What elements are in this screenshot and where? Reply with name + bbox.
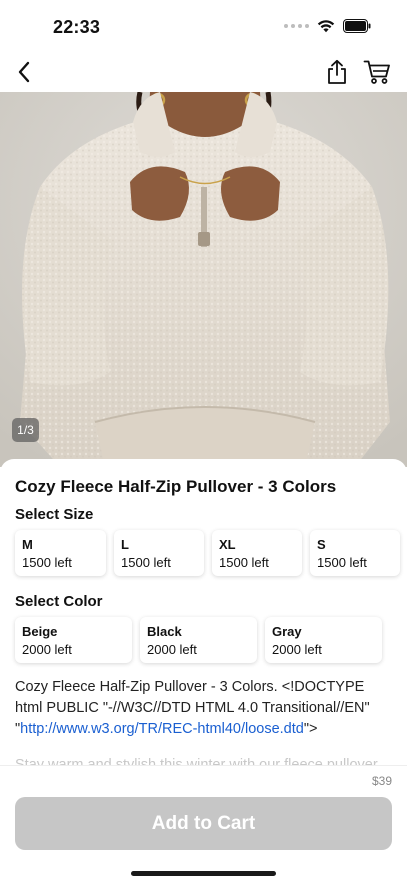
image-counter: 1/3 xyxy=(12,418,39,442)
share-button[interactable] xyxy=(321,55,353,89)
chevron-left-icon xyxy=(18,61,30,83)
size-options: M 1500 left L 1500 left XL 1500 left S 1… xyxy=(15,530,400,576)
size-stock: 1500 left xyxy=(121,555,171,570)
battery-icon xyxy=(343,19,371,33)
size-option-m[interactable]: M 1500 left xyxy=(15,530,106,576)
description-fade-text: Stay warm and stylish this winter with o… xyxy=(15,757,378,765)
wifi-icon xyxy=(317,20,335,33)
color-name: Gray xyxy=(272,624,302,639)
signal-dots-icon xyxy=(284,24,309,28)
color-option-beige[interactable]: Beige 2000 left xyxy=(15,617,132,663)
price-label: $39 xyxy=(371,774,392,788)
cart-icon xyxy=(363,60,390,84)
product-image[interactable] xyxy=(0,92,407,467)
size-name: M xyxy=(22,537,33,552)
status-time: 22:33 xyxy=(53,17,101,37)
color-options: Beige 2000 left Black 2000 left Gray 200… xyxy=(15,617,382,663)
color-option-black[interactable]: Black 2000 left xyxy=(140,617,257,663)
color-stock: 2000 left xyxy=(272,642,322,657)
home-indicator xyxy=(131,871,276,876)
add-to-cart-button[interactable]: Add to Cart xyxy=(15,797,392,850)
size-option-xl[interactable]: XL 1500 left xyxy=(212,530,302,576)
cart-button[interactable] xyxy=(359,55,395,89)
share-icon xyxy=(328,59,346,84)
size-stock: 1500 left xyxy=(22,555,72,570)
status-icons xyxy=(284,19,371,33)
description-link[interactable]: http://www.w3.org/TR/REC-html40/loose.dt… xyxy=(20,721,304,737)
size-name: L xyxy=(121,537,129,552)
color-name: Beige xyxy=(22,624,58,639)
color-section-label: Select Color xyxy=(15,593,103,610)
product-description: Cozy Fleece Half-Zip Pullover - 3 Colors… xyxy=(15,677,395,740)
size-name: XL xyxy=(219,537,236,552)
purchase-footer: $39 Add to Cart xyxy=(0,765,407,883)
size-option-l[interactable]: L 1500 left xyxy=(114,530,204,576)
back-button[interactable] xyxy=(8,56,40,88)
color-stock: 2000 left xyxy=(147,642,197,657)
size-option-s[interactable]: S 1500 left xyxy=(310,530,400,576)
description-end: "> xyxy=(303,721,318,737)
size-section-label: Select Size xyxy=(15,506,94,523)
status-bar: 22:33 xyxy=(0,0,407,52)
size-stock: 1500 left xyxy=(219,555,269,570)
color-option-gray[interactable]: Gray 2000 left xyxy=(265,617,382,663)
color-stock: 2000 left xyxy=(22,642,72,657)
size-stock: 1500 left xyxy=(317,555,367,570)
color-name: Black xyxy=(147,624,182,639)
product-title: Cozy Fleece Half-Zip Pullover - 3 Colors xyxy=(15,477,337,496)
product-details: Cozy Fleece Half-Zip Pullover - 3 Colors… xyxy=(0,459,407,765)
size-name: S xyxy=(317,537,326,552)
nav-bar xyxy=(0,52,407,92)
